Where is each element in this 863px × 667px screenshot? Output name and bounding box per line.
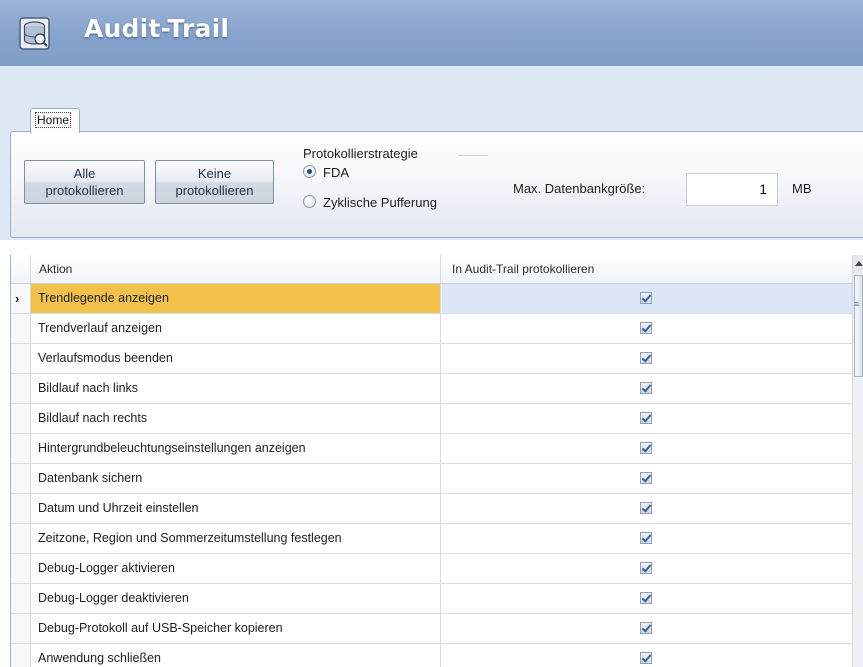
row-selector[interactable] — [11, 494, 31, 523]
cell-aktion[interactable]: Bildlauf nach rechts — [31, 404, 441, 433]
checkbox-checked-icon[interactable] — [640, 562, 652, 574]
cell-protokollieren — [442, 584, 853, 613]
log-none-button[interactable]: Keine protokollieren — [155, 160, 274, 204]
table-row[interactable]: › Trendlegende anzeigen — [11, 284, 853, 314]
cell-protokollieren — [442, 614, 853, 643]
cell-protokollieren — [442, 374, 853, 403]
checkbox-checked-icon[interactable] — [640, 622, 652, 634]
vertical-scrollbar[interactable]: ≡ — [852, 255, 863, 667]
max-db-size-label: Max. Datenbankgröße: — [513, 181, 646, 196]
cell-protokollieren — [442, 314, 853, 343]
cell-protokollieren — [442, 494, 853, 523]
max-db-size-input[interactable]: 1 — [686, 173, 778, 206]
table-row[interactable]: Zeitzone, Region und Sommerzeitumstellun… — [11, 524, 853, 554]
title-separator — [0, 66, 863, 76]
audit-trail-grid: Aktion In Audit-Trail protokollieren › Tr… — [10, 255, 853, 667]
row-selector[interactable] — [11, 404, 31, 433]
row-selector[interactable] — [11, 314, 31, 343]
checkbox-checked-icon[interactable] — [640, 292, 652, 304]
cell-protokollieren — [442, 524, 853, 553]
cell-protokollieren — [442, 554, 853, 583]
checkbox-checked-icon[interactable] — [640, 592, 652, 604]
column-header-protokollieren[interactable]: In Audit-Trail protokollieren — [442, 255, 853, 283]
cell-aktion[interactable]: Trendlegende anzeigen — [31, 284, 441, 313]
scroll-grip-icon: ≡ — [854, 299, 860, 309]
strategy-group-label: Protokollierstrategie — [303, 146, 418, 161]
checkbox-checked-icon[interactable] — [640, 322, 652, 334]
table-row[interactable]: Verlaufsmodus beenden — [11, 344, 853, 374]
cell-protokollieren — [442, 434, 853, 463]
cell-protokollieren — [442, 644, 853, 667]
radio-fda-label: FDA — [323, 165, 349, 180]
row-selector[interactable] — [11, 524, 31, 553]
cell-aktion[interactable]: Verlaufsmodus beenden — [31, 344, 441, 373]
log-none-button-line2: protokollieren — [175, 183, 254, 198]
group-divider — [458, 155, 488, 156]
radio-unselected-icon — [303, 195, 316, 208]
cell-protokollieren — [442, 284, 853, 313]
table-row[interactable]: Trendverlauf anzeigen — [11, 314, 853, 344]
cell-protokollieren — [442, 404, 853, 433]
tab-home[interactable]: Home — [30, 108, 80, 133]
checkbox-checked-icon[interactable] — [640, 652, 652, 664]
cell-aktion[interactable]: Debug-Protokoll auf USB-Speicher kopiere… — [31, 614, 441, 643]
checkbox-checked-icon[interactable] — [640, 502, 652, 514]
radio-fda[interactable]: FDA — [303, 164, 349, 182]
cell-aktion[interactable]: Debug-Logger aktivieren — [31, 554, 441, 583]
log-all-button-line2: protokollieren — [45, 183, 124, 198]
row-selector[interactable]: › — [11, 284, 31, 313]
checkbox-checked-icon[interactable] — [640, 352, 652, 364]
radio-cyclic-buffer[interactable]: Zyklische Pufferung — [303, 194, 437, 212]
row-selector[interactable] — [11, 344, 31, 373]
checkbox-checked-icon[interactable] — [640, 442, 652, 454]
radio-cyclic-buffer-label: Zyklische Pufferung — [323, 195, 437, 210]
radio-selected-icon — [303, 165, 316, 178]
row-selector[interactable] — [11, 374, 31, 403]
checkbox-checked-icon[interactable] — [640, 532, 652, 544]
database-icon — [19, 17, 50, 50]
table-row[interactable]: Debug-Logger deaktivieren — [11, 584, 853, 614]
scrollbar-thumb[interactable] — [854, 275, 863, 377]
max-db-size-unit: MB — [792, 181, 812, 196]
row-selector[interactable] — [11, 434, 31, 463]
window-title: Audit-Trail — [84, 14, 230, 43]
cell-protokollieren — [442, 344, 853, 373]
checkbox-checked-icon[interactable] — [640, 472, 652, 484]
table-row[interactable]: Datenbank sichern — [11, 464, 853, 494]
current-row-arrow-icon: › — [15, 291, 20, 306]
column-header-aktion[interactable]: Aktion — [31, 255, 441, 283]
cell-aktion[interactable]: Bildlauf nach links — [31, 374, 441, 403]
cell-aktion[interactable]: Datum und Uhrzeit einstellen — [31, 494, 441, 523]
table-row[interactable]: Debug-Protokoll auf USB-Speicher kopiere… — [11, 614, 853, 644]
scroll-up-arrow-icon[interactable] — [853, 255, 863, 273]
checkbox-checked-icon[interactable] — [640, 412, 652, 424]
row-selector[interactable] — [11, 644, 31, 667]
table-row[interactable]: Debug-Logger aktivieren — [11, 554, 853, 584]
row-selector[interactable] — [11, 584, 31, 613]
table-row[interactable]: Bildlauf nach rechts — [11, 404, 853, 434]
row-selector-header — [11, 255, 31, 283]
checkbox-checked-icon[interactable] — [640, 382, 652, 394]
table-row[interactable]: Anwendung schließen — [11, 644, 853, 667]
log-none-button-line1: Keine — [197, 166, 232, 181]
cell-aktion[interactable]: Anwendung schließen — [31, 644, 441, 667]
table-row[interactable]: Hintergrundbeleuchtungseinstellungen anz… — [11, 434, 853, 464]
cell-aktion[interactable]: Datenbank sichern — [31, 464, 441, 493]
cell-aktion[interactable]: Trendverlauf anzeigen — [31, 314, 441, 343]
log-all-button[interactable]: Alle protokollieren — [24, 160, 145, 204]
grid-header: Aktion In Audit-Trail protokollieren — [11, 255, 853, 284]
table-row[interactable]: Datum und Uhrzeit einstellen — [11, 494, 853, 524]
row-selector[interactable] — [11, 554, 31, 583]
log-all-button-line1: Alle — [73, 166, 96, 181]
row-selector[interactable] — [11, 614, 31, 643]
cell-aktion[interactable]: Zeitzone, Region und Sommerzeitumstellun… — [31, 524, 441, 553]
table-row[interactable]: Bildlauf nach links — [11, 374, 853, 404]
title-bar: Audit-Trail — [0, 0, 863, 66]
row-selector[interactable] — [11, 464, 31, 493]
cell-protokollieren — [442, 464, 853, 493]
cell-aktion[interactable]: Debug-Logger deaktivieren — [31, 584, 441, 613]
tab-home-label: Home — [34, 112, 72, 128]
cell-aktion[interactable]: Hintergrundbeleuchtungseinstellungen anz… — [31, 434, 441, 463]
